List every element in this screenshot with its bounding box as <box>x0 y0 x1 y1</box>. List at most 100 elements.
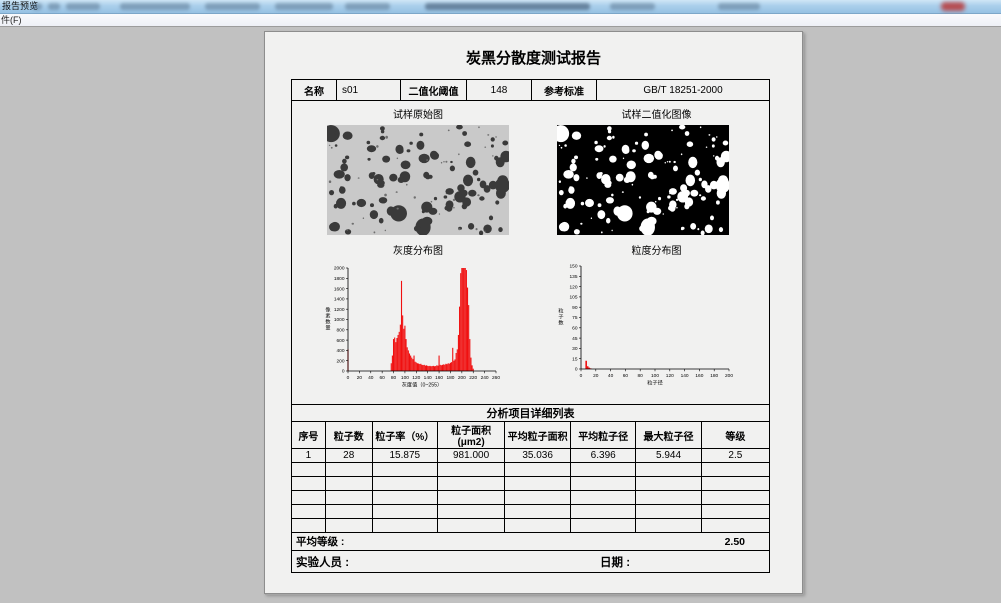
original-image-caption: 试样原始图 <box>393 109 443 121</box>
svg-text:数: 数 <box>558 319 564 327</box>
analysis-column-header: 平均粒子面积 <box>504 422 572 449</box>
empty-cell <box>504 476 572 491</box>
svg-text:60: 60 <box>623 373 629 379</box>
name-label: 名称 <box>292 80 337 100</box>
report-title: 炭黑分散度测试报告 <box>465 50 601 67</box>
empty-cell <box>701 518 769 533</box>
svg-text:220: 220 <box>469 375 477 381</box>
empty-cell <box>504 518 572 533</box>
signature-row: 实验人员 : 日期 : <box>292 551 769 572</box>
svg-text:100: 100 <box>651 373 659 379</box>
empty-cell <box>570 518 637 533</box>
analysis-header-row: 序号 粒子数 粒子率（%） 粒子面积(μm2) 平均粒子面积 平均粒子径 最大粒子径 等级 <box>292 422 769 449</box>
svg-text:60: 60 <box>379 375 385 381</box>
empty-cell <box>437 476 506 491</box>
analysis-body: 1 28 15.875 981.000 35.036 6.396 5.944 2.5 <box>292 448 769 533</box>
binarized-sample-image <box>552 124 732 240</box>
analysis-column-header: 序号 <box>292 422 326 449</box>
info-row: 名称 s01 二值化阈值 148 参考标准 GB/T 18251-2000 <box>292 80 769 101</box>
analysis-section-title: 分析项目详细列表 <box>292 404 769 422</box>
empty-cell <box>635 518 702 533</box>
svg-text:200: 200 <box>725 373 733 379</box>
empty-cell <box>292 490 326 505</box>
svg-text:粒: 粒 <box>558 307 563 315</box>
svg-text:140: 140 <box>681 373 689 379</box>
menu-bar: 件(F) <box>0 14 1001 27</box>
svg-text:像: 像 <box>325 306 331 314</box>
table-row <box>292 476 769 491</box>
table-cell: 6.396 <box>570 448 637 463</box>
report-page: 炭黑分散度测试报告 名称 s01 二值化阈值 148 参考标准 GB/T 182… <box>264 31 803 594</box>
blurred-toolbar-item <box>345 3 390 10</box>
svg-text:120: 120 <box>569 284 577 290</box>
blurred-toolbar-item <box>48 3 60 10</box>
standard-label: 参考标准 <box>532 80 597 100</box>
empty-cell <box>325 462 373 477</box>
empty-cell <box>570 476 637 491</box>
svg-text:260: 260 <box>492 375 500 381</box>
svg-text:0: 0 <box>342 369 345 375</box>
empty-cell <box>437 462 506 477</box>
report-table: 名称 s01 二值化阈值 148 参考标准 GB/T 18251-2000 试样… <box>291 79 770 573</box>
binary-image-caption: 试样二值化图像 <box>621 109 692 121</box>
empty-cell <box>635 504 702 519</box>
empty-cell <box>292 518 326 533</box>
analysis-column-header: 最大粒子径 <box>635 422 702 449</box>
name-value: s01 <box>337 80 401 100</box>
grayscale-histogram-chart: 0 200 400 600 800 1000 1200 1400 1600 1800 2000 0 20… <box>322 263 502 394</box>
empty-cell <box>292 476 326 491</box>
svg-text:数: 数 <box>325 318 331 326</box>
blurred-toolbar-item <box>32 3 42 10</box>
svg-text:0: 0 <box>580 373 583 379</box>
table-row: 1 28 15.875 981.000 35.036 6.396 5.944 2.5 <box>292 448 769 463</box>
analysis-table: 序号 粒子数 粒子率（%） 粒子面积(μm2) 平均粒子面积 平均粒子径 最大粒子径 等级 1… <box>292 422 769 533</box>
empty-cell <box>570 490 637 505</box>
svg-text:80: 80 <box>391 375 397 381</box>
svg-text:子: 子 <box>558 314 563 321</box>
threshold-value: 148 <box>467 80 532 100</box>
svg-text:2000: 2000 <box>334 266 345 272</box>
blurred-toolbar-item <box>66 3 100 10</box>
blurred-toolbar-item <box>610 3 655 10</box>
chart-caption-row: 灰度分布图 粒度分布图 <box>292 237 769 261</box>
menu-file[interactable]: 件(F) <box>0 15 22 25</box>
empty-cell <box>372 490 438 505</box>
close-button-blurred[interactable] <box>941 2 965 11</box>
standard-value: GB/T 18251-2000 <box>643 84 723 96</box>
svg-text:240: 240 <box>481 375 489 381</box>
svg-text:0: 0 <box>347 375 350 381</box>
svg-text:120: 120 <box>666 373 674 379</box>
svg-text:160: 160 <box>435 375 443 381</box>
average-grade-row: 平均等级 : 2.50 <box>292 533 769 551</box>
empty-cell <box>701 476 769 491</box>
date-label: 日期 : <box>600 556 631 569</box>
empty-cell <box>570 462 637 477</box>
table-cell: 981.000 <box>437 448 506 463</box>
svg-text:80: 80 <box>638 373 644 379</box>
title-bar: 报告预览 <box>0 0 1001 14</box>
svg-text:135: 135 <box>569 274 577 280</box>
empty-cell <box>701 490 769 505</box>
svg-text:400: 400 <box>336 348 344 354</box>
svg-text:40: 40 <box>368 375 374 381</box>
svg-text:150: 150 <box>569 264 577 270</box>
empty-cell <box>292 504 326 519</box>
blurred-window-title <box>425 3 590 10</box>
empty-cell <box>635 462 702 477</box>
empty-cell <box>635 476 702 491</box>
empty-cell <box>372 476 438 491</box>
table-row <box>292 490 769 505</box>
svg-text:1600: 1600 <box>334 286 345 292</box>
empty-cell <box>325 476 373 491</box>
svg-text:1200: 1200 <box>334 307 345 313</box>
svg-text:200: 200 <box>458 375 466 381</box>
operator-label: 实验人员 : <box>296 556 350 569</box>
empty-cell <box>701 504 769 519</box>
analysis-column-header: 粒子面积(μm2) <box>437 422 506 449</box>
empty-cell <box>504 490 572 505</box>
empty-cell <box>504 504 572 519</box>
table-cell: 5.944 <box>635 448 702 463</box>
svg-text:90: 90 <box>572 305 578 311</box>
gray-chart-caption: 灰度分布图 <box>393 245 443 257</box>
table-cell: 28 <box>325 448 373 463</box>
